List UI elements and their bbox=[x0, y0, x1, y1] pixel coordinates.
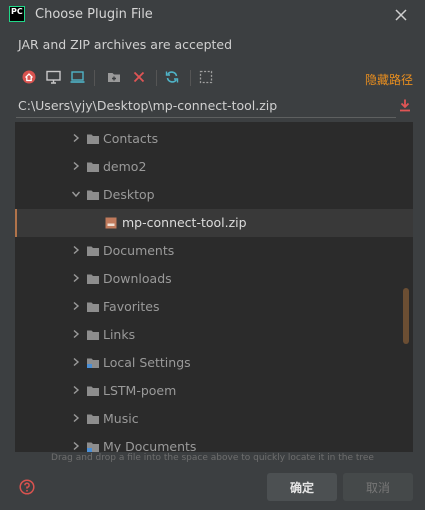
cancel-button[interactable]: 取消 bbox=[343, 473, 413, 501]
toolbar bbox=[16, 66, 416, 90]
folder-icon bbox=[87, 134, 99, 144]
refresh-button[interactable] bbox=[161, 66, 183, 88]
refresh-icon bbox=[165, 71, 179, 83]
tree-item-favorites[interactable]: Favorites bbox=[15, 293, 413, 321]
tree-item-label: Local Settings bbox=[103, 355, 191, 370]
pycharm-app-icon: PC bbox=[9, 6, 25, 22]
chevron-right-icon[interactable] bbox=[71, 301, 81, 311]
chevron-down-icon[interactable] bbox=[71, 189, 81, 199]
title-bar: PC Choose Plugin File bbox=[0, 0, 425, 30]
chevron-right-icon[interactable] bbox=[71, 413, 81, 423]
tree-item-label: My Documents bbox=[103, 439, 197, 452]
tree-item-demo2[interactable]: demo2 bbox=[15, 153, 413, 181]
tree-item-downloads[interactable]: Downloads bbox=[15, 265, 413, 293]
tree-item-mp-connect-tool-zip[interactable]: mp-connect-tool.zip bbox=[15, 209, 413, 237]
folder-shortcut-icon bbox=[87, 442, 99, 452]
folder-icon bbox=[87, 386, 99, 396]
tree-item-label: Favorites bbox=[103, 299, 160, 314]
help-button[interactable] bbox=[19, 479, 35, 495]
toolbar-separator bbox=[156, 70, 157, 86]
tree-item-label: Contacts bbox=[103, 131, 159, 146]
tree-item-documents[interactable]: Documents bbox=[15, 237, 413, 265]
file-tree[interactable]: Contacts demo2 Desktop mp-connect-tool.z… bbox=[15, 122, 413, 452]
folder-icon bbox=[87, 190, 99, 200]
tree-item-label: Links bbox=[103, 327, 136, 342]
chevron-right-icon[interactable] bbox=[71, 441, 81, 451]
close-icon bbox=[395, 9, 407, 21]
archive-file-icon bbox=[105, 217, 117, 229]
tree-item-lstm-poem[interactable]: LSTM-poem bbox=[15, 377, 413, 405]
tree-item-links[interactable]: Links bbox=[15, 321, 413, 349]
toolbar-separator bbox=[94, 70, 95, 86]
chevron-right-icon[interactable] bbox=[71, 357, 81, 367]
tree-item-contacts[interactable]: Contacts bbox=[15, 125, 413, 153]
close-button[interactable] bbox=[390, 4, 412, 26]
tree-item-label: LSTM-poem bbox=[103, 383, 177, 398]
path-field[interactable]: C:\Users\yjy\Desktop\mp-connect-tool.zip bbox=[16, 94, 396, 118]
folder-icon bbox=[87, 414, 99, 424]
home-button[interactable] bbox=[18, 66, 40, 88]
tree-item-label: demo2 bbox=[103, 159, 147, 174]
path-input[interactable]: C:\Users\yjy\Desktop\mp-connect-tool.zip bbox=[18, 98, 277, 113]
help-icon bbox=[19, 479, 35, 495]
delete-button[interactable] bbox=[128, 66, 150, 88]
hide-path-link[interactable]: 隐藏路径 bbox=[365, 71, 413, 88]
tree-item-my-documents[interactable]: My Documents bbox=[15, 433, 413, 452]
new-folder-button[interactable] bbox=[103, 66, 125, 88]
tree-item-label: Music bbox=[103, 411, 139, 426]
new-folder-icon bbox=[107, 73, 120, 82]
toolbar-separator bbox=[190, 70, 191, 86]
tree-item-music[interactable]: Music bbox=[15, 405, 413, 433]
folder-icon bbox=[87, 162, 99, 172]
tree-item-label: Documents bbox=[103, 243, 175, 258]
tree-scrollbar-thumb[interactable] bbox=[403, 288, 409, 344]
desktop-icon bbox=[45, 70, 61, 84]
download-icon bbox=[400, 99, 410, 112]
dialog-description: JAR and ZIP archives are accepted bbox=[18, 37, 233, 52]
chevron-right-icon[interactable] bbox=[71, 133, 81, 143]
folder-icon bbox=[87, 274, 99, 284]
ok-button[interactable]: 确定 bbox=[267, 473, 337, 501]
tree-item-label: mp-connect-tool.zip bbox=[122, 215, 247, 230]
folder-icon bbox=[87, 246, 99, 256]
home-icon bbox=[22, 70, 36, 84]
download-button[interactable] bbox=[398, 97, 414, 113]
folder-icon bbox=[87, 330, 99, 340]
toggle-hidden-icon bbox=[199, 70, 213, 84]
chevron-right-icon[interactable] bbox=[71, 161, 81, 171]
project-button[interactable] bbox=[66, 66, 88, 88]
tree-item-desktop[interactable]: Desktop bbox=[15, 181, 413, 209]
tree-item-label: Desktop bbox=[103, 187, 155, 202]
delete-icon bbox=[133, 71, 145, 83]
chevron-right-icon[interactable] bbox=[71, 329, 81, 339]
toggle-hidden-button[interactable] bbox=[195, 66, 217, 88]
dialog-title: Choose Plugin File bbox=[35, 7, 153, 22]
tree-item-local-settings[interactable]: Local Settings bbox=[15, 349, 413, 377]
chevron-right-icon[interactable] bbox=[71, 385, 81, 395]
drag-drop-hint: Drag and drop a file into the space abov… bbox=[51, 453, 374, 463]
folder-icon bbox=[87, 302, 99, 312]
desktop-button[interactable] bbox=[42, 66, 64, 88]
folder-shortcut-icon bbox=[87, 358, 99, 368]
project-icon bbox=[70, 71, 84, 83]
chevron-right-icon[interactable] bbox=[71, 245, 81, 255]
tree-item-label: Downloads bbox=[103, 271, 172, 286]
chevron-right-icon[interactable] bbox=[71, 273, 81, 283]
